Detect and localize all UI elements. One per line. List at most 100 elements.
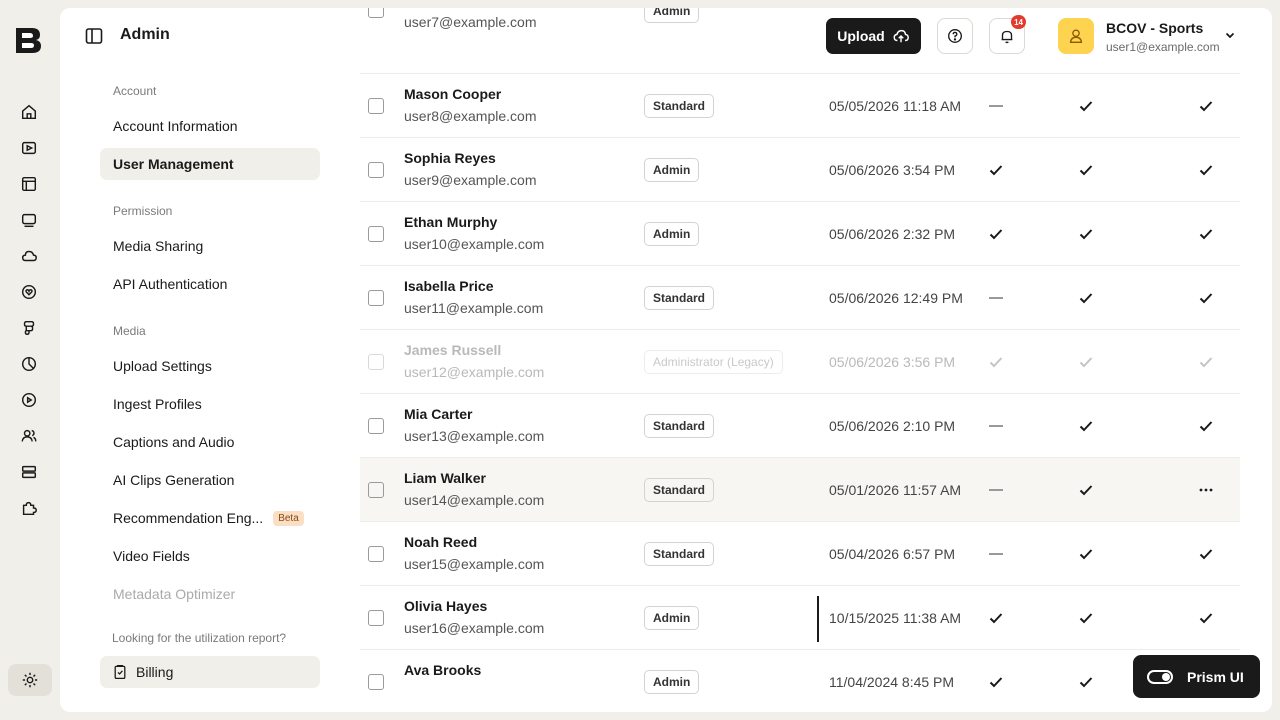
table-row[interactable]: Isabella Price user11@example.com Standard… bbox=[360, 266, 1240, 330]
nav-user-management[interactable]: User Management bbox=[100, 148, 320, 180]
dash-icon bbox=[987, 481, 1005, 499]
users-icon[interactable] bbox=[19, 426, 39, 446]
settings-sidebar: Account Account Information User Managem… bbox=[100, 68, 320, 712]
nav-billing[interactable]: Billing bbox=[100, 656, 320, 688]
row-checkbox[interactable] bbox=[368, 482, 384, 498]
brand-logo[interactable] bbox=[12, 24, 44, 56]
table-row[interactable]: James Russell user12@example.com Administr… bbox=[360, 330, 1240, 394]
role-badge: Admin bbox=[644, 8, 700, 23]
home-icon[interactable] bbox=[19, 102, 39, 122]
figma-icon[interactable] bbox=[19, 318, 39, 338]
last-login-date: 05/01/2026 11:57 AM bbox=[829, 482, 962, 498]
table-row[interactable]: Noah Reed user15@example.com Standard 05/04… bbox=[360, 522, 1240, 586]
more-actions-icon[interactable] bbox=[1197, 481, 1215, 499]
table-row[interactable]: Ethan Murphy user10@example.com Admin 05/06… bbox=[360, 202, 1240, 266]
row-checkbox[interactable] bbox=[368, 8, 384, 18]
row-checkbox[interactable] bbox=[368, 162, 384, 178]
prism-ui-toggle[interactable]: Prism UI bbox=[1133, 655, 1260, 698]
user-name[interactable]: Liam Walker bbox=[404, 470, 486, 486]
nav-video-fields[interactable]: Video Fields bbox=[100, 540, 320, 572]
app-rail bbox=[0, 0, 58, 720]
table-row[interactable]: Mason Cooper user8@example.com Standard 05/… bbox=[360, 74, 1240, 138]
nav-metadata-optimizer[interactable]: Metadata Optimizer bbox=[100, 578, 320, 610]
user-name[interactable]: Ethan Murphy bbox=[404, 214, 497, 230]
layout-icon[interactable] bbox=[19, 174, 39, 194]
nav-api-authentication[interactable]: API Authentication bbox=[100, 268, 320, 300]
nav-recommendation-engine[interactable]: Recommendation Eng... Beta bbox=[100, 502, 320, 534]
page-title: Admin bbox=[120, 26, 170, 43]
last-login-date: 05/06/2026 2:32 PM bbox=[829, 226, 956, 242]
server-icon[interactable] bbox=[19, 462, 39, 482]
receipt-icon bbox=[114, 664, 126, 680]
user-email: user8@example.com bbox=[404, 108, 537, 124]
prism-label: Prism UI bbox=[1187, 668, 1244, 685]
last-login-date: 05/06/2026 3:56 PM bbox=[829, 354, 956, 370]
player-icon[interactable] bbox=[19, 210, 39, 230]
video-icon[interactable] bbox=[19, 138, 39, 158]
user-name[interactable]: Noah Reed bbox=[404, 534, 477, 550]
table-row[interactable]: Sophia Reyes user9@example.com Admin 05/06/… bbox=[360, 138, 1240, 202]
nav-account-information[interactable]: Account Information bbox=[100, 110, 320, 142]
row-checkbox[interactable] bbox=[368, 354, 384, 370]
check-icon bbox=[987, 673, 1005, 691]
sidebar-toggle-icon[interactable] bbox=[84, 26, 104, 46]
heart-icon[interactable] bbox=[19, 282, 39, 302]
last-login-date: 11/04/2024 8:45 PM bbox=[829, 674, 955, 690]
check-icon bbox=[1077, 609, 1095, 627]
user-name[interactable]: Isabella Price bbox=[404, 278, 494, 294]
last-login-date: 05/04/2026 6:57 PM bbox=[829, 546, 956, 562]
nav-media-sharing[interactable]: Media Sharing bbox=[100, 230, 320, 262]
table-row[interactable]: Liam Walker user14@example.com Standard 05/… bbox=[360, 458, 1240, 522]
column-resize-handle[interactable] bbox=[817, 596, 819, 642]
table-row[interactable]: Olivia Hayes user16@example.com Admin 10/15… bbox=[360, 586, 1240, 650]
role-badge: Standard bbox=[644, 286, 715, 310]
check-icon bbox=[1197, 353, 1215, 371]
section-label-permission: Permission bbox=[113, 204, 173, 218]
puzzle-icon[interactable] bbox=[19, 498, 39, 518]
cloud-icon[interactable] bbox=[19, 246, 39, 266]
user-email: user9@example.com bbox=[404, 172, 537, 188]
row-checkbox[interactable] bbox=[368, 98, 384, 114]
toggle-switch bbox=[1147, 669, 1173, 684]
nav-recommendation-label: Recommendation Eng... bbox=[113, 510, 264, 526]
table-row[interactable]: Ava Brooks Admin 11/04/2024 8:45 PM bbox=[360, 650, 1240, 712]
user-name[interactable]: Olivia Hayes bbox=[404, 598, 487, 614]
check-icon bbox=[987, 161, 1005, 179]
user-email: user10@example.com bbox=[404, 236, 545, 252]
row-checkbox[interactable] bbox=[368, 674, 384, 690]
user-name[interactable]: James Russell bbox=[404, 342, 501, 358]
table-row[interactable]: Mia Carter user13@example.com Standard 05/0… bbox=[360, 394, 1240, 458]
settings-gear-button[interactable] bbox=[8, 664, 52, 696]
section-label-account: Account bbox=[113, 84, 157, 98]
row-checkbox[interactable] bbox=[368, 290, 384, 306]
nav-captions-and-audio[interactable]: Captions and Audio bbox=[100, 426, 320, 458]
check-icon bbox=[1197, 97, 1215, 115]
role-badge: Standard bbox=[644, 542, 715, 566]
user-name[interactable]: Ava Brooks bbox=[404, 662, 481, 678]
user-name[interactable]: Mason Cooper bbox=[404, 86, 501, 102]
row-checkbox[interactable] bbox=[368, 610, 384, 626]
table-row[interactable]: user7@example.com Admin bbox=[360, 8, 1240, 74]
row-checkbox[interactable] bbox=[368, 546, 384, 562]
analytics-icon[interactable] bbox=[19, 354, 39, 374]
live-icon[interactable] bbox=[19, 390, 39, 410]
row-checkbox[interactable] bbox=[368, 226, 384, 242]
nav-ingest-profiles[interactable]: Ingest Profiles bbox=[100, 388, 320, 420]
dash-icon bbox=[987, 289, 1005, 307]
user-name[interactable]: Sophia Reyes bbox=[404, 150, 496, 166]
dash-icon bbox=[987, 97, 1005, 115]
check-icon bbox=[1077, 417, 1095, 435]
role-badge: Standard bbox=[644, 94, 715, 118]
user-email: user7@example.com bbox=[404, 14, 537, 30]
user-email: user13@example.com bbox=[404, 428, 545, 444]
check-icon bbox=[1077, 225, 1095, 243]
check-icon bbox=[1197, 609, 1215, 627]
last-login-date: 05/05/2026 11:18 AM bbox=[829, 98, 962, 114]
user-name[interactable]: Mia Carter bbox=[404, 406, 472, 422]
nav-upload-settings[interactable]: Upload Settings bbox=[100, 350, 320, 382]
gear-icon bbox=[22, 672, 38, 688]
row-checkbox[interactable] bbox=[368, 418, 384, 434]
nav-ai-clips-generation[interactable]: AI Clips Generation bbox=[100, 464, 320, 496]
check-icon bbox=[987, 609, 1005, 627]
dash-icon bbox=[987, 545, 1005, 563]
